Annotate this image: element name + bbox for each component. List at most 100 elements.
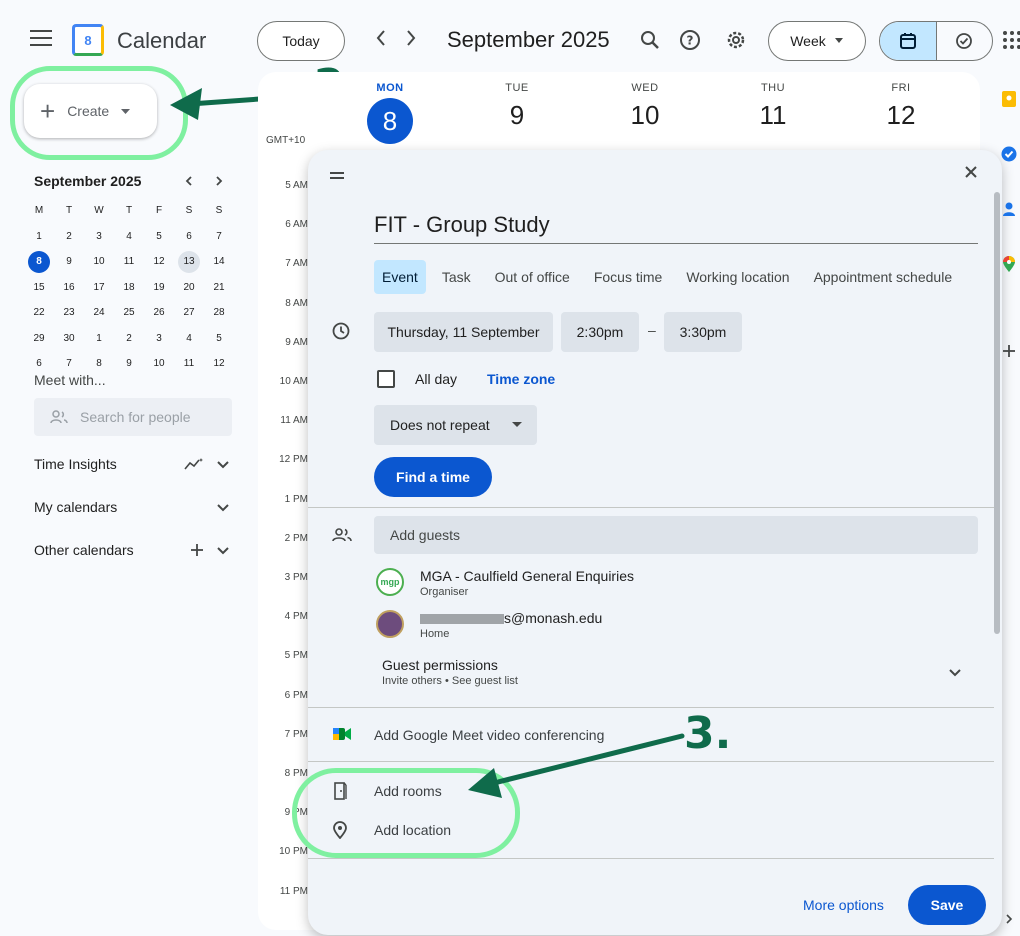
tasks-view-toggle[interactable]: [937, 22, 993, 60]
time-insights-section[interactable]: Time Insights: [34, 456, 230, 472]
mini-calendar-day[interactable]: 14: [204, 249, 234, 275]
mini-calendar-day[interactable]: 2: [54, 224, 84, 250]
mini-calendar-day-number: 12: [213, 358, 225, 370]
mini-calendar-day[interactable]: 30: [54, 326, 84, 352]
calendar-view-toggle[interactable]: [880, 22, 937, 60]
end-time-button[interactable]: 3:30pm: [664, 312, 742, 352]
chevron-down-icon[interactable]: [948, 664, 962, 682]
guest-permissions-section[interactable]: Guest permissions Invite others • See gu…: [382, 657, 518, 687]
mini-calendar-day[interactable]: 8: [24, 249, 54, 275]
mini-calendar-day[interactable]: 9: [54, 249, 84, 275]
tasks-app-icon[interactable]: [1000, 145, 1018, 163]
time-insights-label: Time Insights: [34, 456, 117, 472]
day-column-header[interactable]: THU 11: [743, 82, 803, 131]
mini-calendar-day[interactable]: 12: [144, 249, 174, 275]
main-menu-icon[interactable]: [30, 30, 52, 48]
mini-calendar-day-number: 2: [66, 230, 72, 242]
mini-calendar-day[interactable]: 29: [24, 326, 54, 352]
view-select-button[interactable]: Week: [768, 21, 866, 61]
tab-working-location[interactable]: Working location: [678, 260, 797, 294]
my-calendars-section[interactable]: My calendars: [34, 499, 230, 515]
expand-panel-chevron-icon[interactable]: [1000, 910, 1018, 928]
mini-calendar-day[interactable]: 2: [114, 326, 144, 352]
search-people-input[interactable]: Search for people: [34, 398, 232, 436]
search-icon[interactable]: [636, 26, 664, 54]
other-calendars-section[interactable]: Other calendars: [34, 542, 230, 558]
time-zone-link[interactable]: Time zone: [487, 371, 555, 387]
day-number[interactable]: 11: [743, 100, 803, 131]
today-button[interactable]: Today: [257, 21, 345, 61]
day-number[interactable]: 10: [615, 100, 675, 131]
mini-calendar-day[interactable]: 11: [114, 249, 144, 275]
mini-calendar-day[interactable]: 10: [144, 351, 174, 377]
mini-calendar-day[interactable]: 23: [54, 300, 84, 326]
mini-calendar-day[interactable]: 1: [84, 326, 114, 352]
hour-label: 4 PM: [284, 611, 308, 623]
mini-calendar-day[interactable]: 22: [24, 300, 54, 326]
mini-prev-chevron-icon[interactable]: [184, 175, 194, 187]
next-week-button[interactable]: [404, 28, 418, 54]
contacts-app-icon[interactable]: [1000, 200, 1018, 218]
add-app-plus-icon[interactable]: [1000, 342, 1018, 360]
event-date-button[interactable]: Thursday, 11 September: [374, 312, 553, 352]
guests-people-icon: [332, 527, 352, 548]
tab-focus-time[interactable]: Focus time: [586, 260, 670, 294]
mini-calendar-day[interactable]: 24: [84, 300, 114, 326]
mini-calendar-day[interactable]: 25: [114, 300, 144, 326]
all-day-checkbox[interactable]: [377, 370, 395, 388]
tab-appointment-schedule[interactable]: Appointment schedule: [806, 260, 961, 294]
google-apps-icon[interactable]: [1003, 31, 1020, 49]
help-icon[interactable]: ?: [676, 26, 704, 54]
mini-calendar-day[interactable]: 7: [204, 224, 234, 250]
start-time-button[interactable]: 2:30pm: [561, 312, 639, 352]
mini-calendar-day[interactable]: 27: [174, 300, 204, 326]
day-column-header[interactable]: WED 10: [615, 82, 675, 131]
tab-out-of-office[interactable]: Out of office: [487, 260, 578, 294]
drag-handle-icon[interactable]: [330, 172, 344, 182]
event-title-input[interactable]: FIT - Group Study: [374, 212, 978, 244]
mini-calendar-day[interactable]: 9: [114, 351, 144, 377]
tab-task[interactable]: Task: [434, 260, 479, 294]
mini-calendar-day-number: 9: [126, 358, 132, 370]
mini-calendar-day[interactable]: 15: [24, 275, 54, 301]
mini-next-chevron-icon[interactable]: [214, 175, 224, 187]
keep-notes-icon[interactable]: [1000, 90, 1018, 108]
mini-calendar-day[interactable]: 6: [174, 224, 204, 250]
mini-calendar-day[interactable]: 1: [24, 224, 54, 250]
mini-calendar-day[interactable]: 4: [174, 326, 204, 352]
mini-calendar-day[interactable]: 13: [174, 249, 204, 275]
day-column-header[interactable]: TUE 9: [487, 82, 547, 131]
mini-calendar-day[interactable]: 5: [144, 224, 174, 250]
day-column-header[interactable]: MON 8: [360, 82, 420, 144]
prev-week-button[interactable]: [374, 28, 388, 54]
mini-calendar-day[interactable]: 3: [144, 326, 174, 352]
mini-calendar-day[interactable]: 28: [204, 300, 234, 326]
close-dialog-button[interactable]: [964, 162, 978, 185]
find-a-time-button[interactable]: Find a time: [374, 457, 492, 497]
day-column-header[interactable]: FRI 12: [871, 82, 931, 131]
mini-calendar-day[interactable]: 21: [204, 275, 234, 301]
maps-app-icon[interactable]: [1000, 255, 1018, 273]
mini-calendar-day[interactable]: 20: [174, 275, 204, 301]
mini-calendar-day[interactable]: 3: [84, 224, 114, 250]
mini-calendar-day[interactable]: 4: [114, 224, 144, 250]
add-guests-input[interactable]: Add guests: [374, 516, 978, 554]
mini-calendar-day[interactable]: 18: [114, 275, 144, 301]
settings-gear-icon[interactable]: [722, 26, 750, 54]
more-options-link[interactable]: More options: [803, 897, 884, 913]
mini-calendar-day[interactable]: 10: [84, 249, 114, 275]
repeat-dropdown[interactable]: Does not repeat: [374, 405, 537, 445]
day-number[interactable]: 12: [871, 100, 931, 131]
mini-calendar-day[interactable]: 26: [144, 300, 174, 326]
add-calendar-plus-icon[interactable]: [190, 543, 204, 557]
day-number[interactable]: 8: [367, 98, 413, 144]
mini-calendar-day[interactable]: 11: [174, 351, 204, 377]
mini-calendar-day[interactable]: 5: [204, 326, 234, 352]
day-number[interactable]: 9: [487, 100, 547, 131]
tab-event[interactable]: Event: [374, 260, 426, 294]
mini-calendar-day[interactable]: 12: [204, 351, 234, 377]
mini-calendar-day[interactable]: 17: [84, 275, 114, 301]
save-button[interactable]: Save: [908, 885, 986, 925]
mini-calendar-day[interactable]: 19: [144, 275, 174, 301]
mini-calendar-day[interactable]: 16: [54, 275, 84, 301]
